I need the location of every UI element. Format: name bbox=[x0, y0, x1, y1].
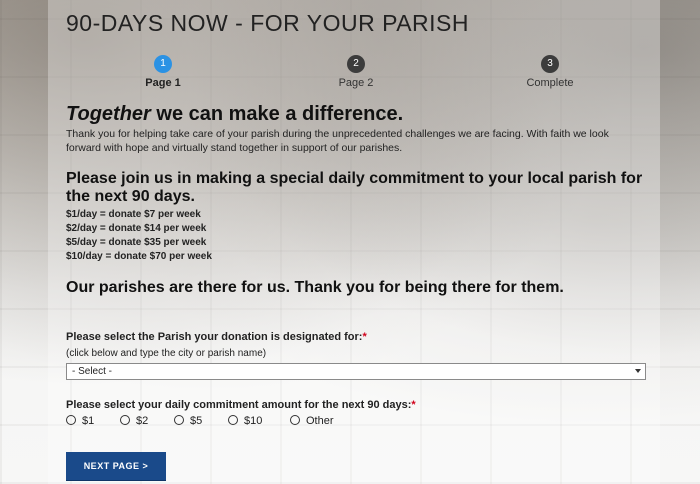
radio-circle[interactable] bbox=[174, 415, 184, 426]
radio-circle[interactable] bbox=[120, 415, 130, 426]
radio-circle[interactable] bbox=[290, 415, 300, 426]
required-marker: * bbox=[411, 399, 416, 411]
together-emphasis: Together bbox=[66, 103, 151, 125]
parish-question-text: Please select the Parish your donation i… bbox=[66, 331, 363, 343]
together-heading: Together we can make a difference. bbox=[66, 103, 403, 126]
radio-label: $2 bbox=[136, 415, 149, 427]
radio-option-1[interactable]: $1 bbox=[66, 415, 94, 427]
radio-label: $10 bbox=[244, 415, 263, 427]
step-2-label: Page 2 bbox=[338, 77, 374, 89]
radio-label: $5 bbox=[190, 415, 203, 427]
step-2: 2 Page 2 bbox=[306, 55, 406, 89]
step-3-circle: 3 bbox=[541, 55, 559, 73]
tier-item: $1/day = donate $7 per week bbox=[66, 209, 201, 220]
amount-question-label: Please select your daily commitment amou… bbox=[66, 399, 416, 411]
join-heading: Please join us in making a special daily… bbox=[66, 170, 643, 205]
parish-select-value: - Select - bbox=[72, 366, 113, 377]
parish-question-label: Please select the Parish your donation i… bbox=[66, 331, 367, 343]
intro-text: Thank you for helping take care of your … bbox=[66, 128, 609, 154]
radio-option-10[interactable]: $10 bbox=[228, 415, 262, 427]
tier-item: $10/day = donate $70 per week bbox=[66, 251, 212, 262]
radio-option-other[interactable]: Other bbox=[290, 415, 334, 427]
step-1: 1 Page 1 bbox=[113, 55, 213, 89]
radio-circle[interactable] bbox=[66, 415, 76, 426]
thanks-heading: Our parishes are there for us. Thank you… bbox=[66, 279, 564, 296]
parish-question-help: (click below and type the city or parish… bbox=[66, 348, 267, 359]
radio-option-5[interactable]: $5 bbox=[174, 415, 202, 427]
step-3-label: Complete bbox=[526, 77, 574, 89]
donation-tiers: $1/day = donate $7 per week $2/day = don… bbox=[66, 208, 212, 264]
tier-item: $5/day = donate $35 per week bbox=[66, 237, 207, 248]
step-1-label: Page 1 bbox=[145, 77, 181, 89]
amount-question-text: Please select your daily commitment amou… bbox=[66, 399, 412, 411]
radio-option-2[interactable]: $2 bbox=[120, 415, 148, 427]
chevron-down-icon bbox=[635, 369, 641, 373]
next-page-button[interactable]: NEXT PAGE > bbox=[66, 452, 166, 481]
radio-label: Other bbox=[306, 415, 334, 427]
step-2-circle: 2 bbox=[347, 55, 365, 73]
parish-select[interactable]: - Select - bbox=[66, 363, 646, 380]
required-marker: * bbox=[362, 331, 367, 343]
step-3: 3 Complete bbox=[500, 55, 600, 89]
step-1-circle: 1 bbox=[154, 55, 172, 73]
radio-label: $1 bbox=[82, 415, 95, 427]
page-title: 90-DAYS NOW - FOR YOUR PARISH bbox=[66, 10, 469, 36]
radio-circle[interactable] bbox=[228, 415, 238, 426]
tier-item: $2/day = donate $14 per week bbox=[66, 223, 207, 234]
together-rest: we can make a difference. bbox=[150, 103, 404, 125]
progress-steps: 1 Page 1 2 Page 2 3 Complete bbox=[0, 55, 700, 95]
